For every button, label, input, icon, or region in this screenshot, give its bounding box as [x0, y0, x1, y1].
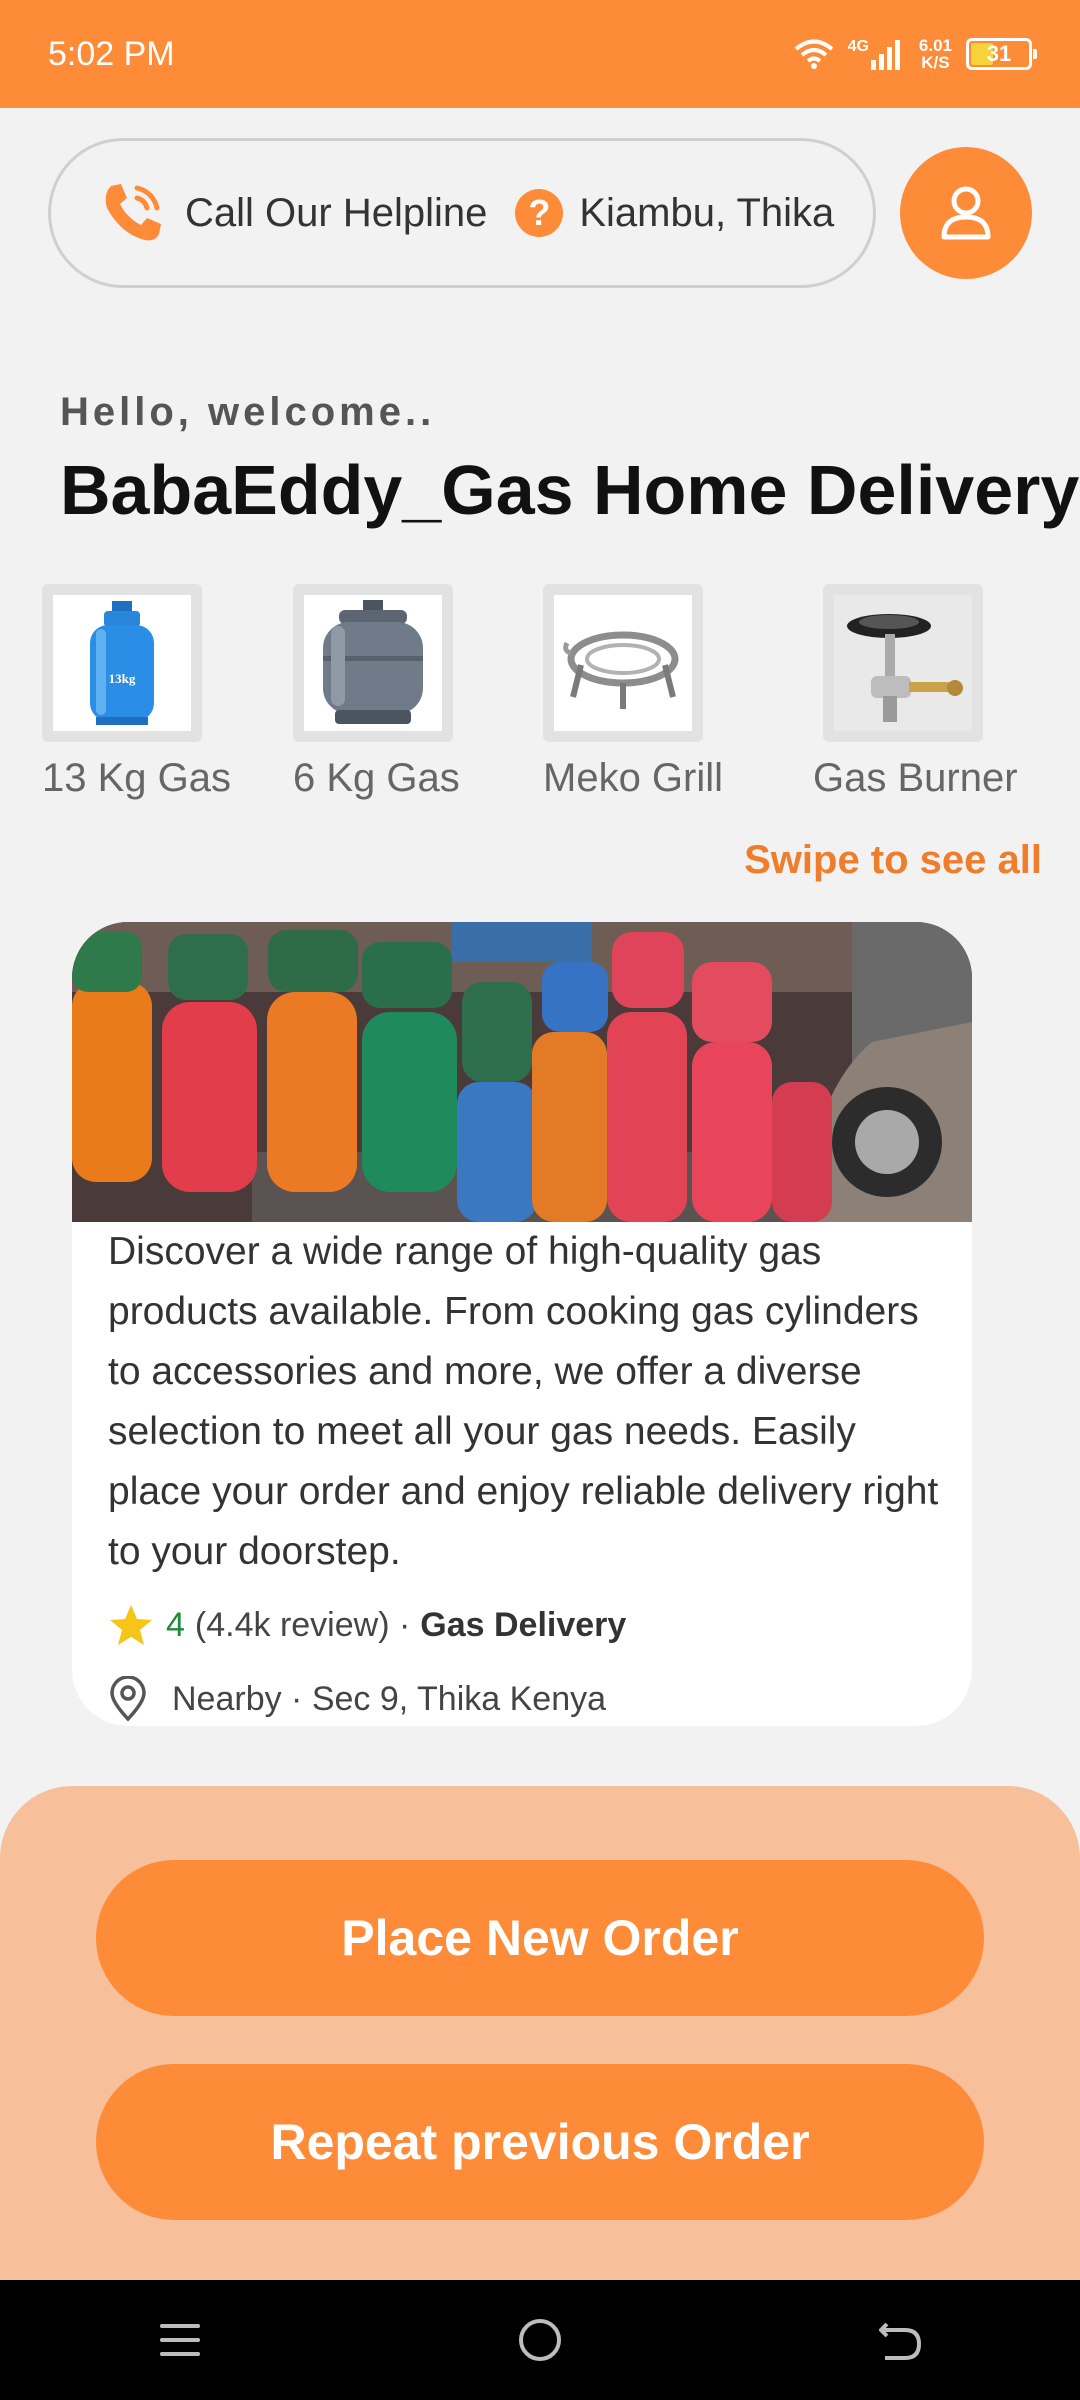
- category-item-gas-burner[interactable]: Gas Burner: [813, 584, 1018, 801]
- status-time: 5:02 PM: [48, 34, 175, 73]
- category-thumbnail: [293, 584, 453, 742]
- rating-row: 4 (4.4k review) · Gas Delivery: [108, 1602, 626, 1648]
- swipe-hint-link[interactable]: Swipe to see all: [744, 838, 1042, 883]
- cell-signal-icon: 4G: [848, 38, 905, 70]
- system-nav-bar: [0, 2280, 1080, 2400]
- location-pin-icon: [110, 1676, 146, 1722]
- category-thumbnail: [543, 584, 703, 742]
- back-icon: [879, 2322, 922, 2360]
- page-title: BabaEddy_Gas Home Delivery: [60, 451, 1080, 529]
- home-nav-button[interactable]: [480, 2290, 600, 2390]
- card-location: Nearby · Sec 9, Thika Kenya: [172, 1679, 607, 1718]
- review-count: (4.4k review) ·: [194, 1605, 411, 1644]
- menu-icon: [160, 2324, 200, 2356]
- home-circle-icon: [519, 2319, 561, 2361]
- battery-icon: 31: [966, 38, 1037, 70]
- promo-card[interactable]: Discover a wide range of high-quality ga…: [72, 922, 972, 1726]
- gas-burner-icon: [847, 614, 963, 722]
- network-speed-value: 6.01: [918, 36, 952, 55]
- network-speed-unit: K/S: [921, 53, 950, 72]
- location-label[interactable]: Kiambu, Thika: [579, 191, 834, 236]
- card-description: Discover a wide range of high-quality ga…: [108, 1230, 939, 1573]
- network-type: 4G: [847, 38, 869, 55]
- profile-button[interactable]: [900, 147, 1032, 279]
- category-item-6kg-gas[interactable]: 6 Kg Gas: [293, 584, 460, 801]
- greeting-subtitle: Hello, welcome..: [60, 390, 436, 434]
- wifi-icon: [794, 39, 833, 69]
- user-icon: [941, 186, 991, 240]
- back-nav-button[interactable]: [840, 2290, 960, 2390]
- blue-gas-cylinder-icon: 13kg: [90, 601, 154, 725]
- order-actions-panel: Place New Order Repeat previous Order: [0, 1786, 1080, 2280]
- category-thumbnail: 13kg: [42, 584, 202, 742]
- menu-nav-button[interactable]: [120, 2290, 240, 2390]
- network-speed: 6.01 K/S: [919, 37, 952, 71]
- status-bar: 5:02 PM 4G 6.01 K/S 31: [0, 0, 1080, 108]
- category-label: Gas Burner: [813, 756, 1018, 800]
- help-icon[interactable]: ?: [515, 189, 564, 237]
- location-row: Nearby · Sec 9, Thika Kenya: [108, 1676, 606, 1722]
- helpline-location-bar: Call Our Helpline ? Kiambu, Thika: [48, 138, 876, 288]
- status-icons: 4G 6.01 K/S 31: [794, 37, 1037, 71]
- phone-icon[interactable]: [97, 178, 167, 248]
- star-icon: [110, 1605, 152, 1645]
- category-thumbnail: [823, 584, 983, 742]
- meko-grill-icon: [563, 631, 679, 709]
- category-item-meko-grill[interactable]: Meko Grill: [543, 584, 724, 801]
- grey-gas-cylinder-icon: [323, 600, 423, 724]
- gas-cylinders-photo: [72, 922, 972, 1222]
- category-label: 6 Kg Gas: [293, 756, 460, 800]
- category-item-13kg-gas[interactable]: 13kg 13 Kg Gas: [42, 584, 232, 801]
- service-category: Gas Delivery: [420, 1605, 627, 1644]
- category-label: 13 Kg Gas: [42, 756, 232, 800]
- repeat-order-button[interactable]: Repeat previous Order: [96, 2064, 984, 2220]
- category-list[interactable]: 13kg 13 Kg Gas 6 Kg Gas Meko Grill Gas B…: [30, 584, 1060, 804]
- battery-level: 31: [986, 41, 1012, 66]
- cylinder-size-label: 13kg: [109, 671, 136, 686]
- helpline-label[interactable]: Call Our Helpline: [185, 191, 487, 236]
- place-new-order-button[interactable]: Place New Order: [96, 1860, 984, 2016]
- rating-value: 4: [166, 1605, 185, 1644]
- category-label: Meko Grill: [543, 756, 724, 800]
